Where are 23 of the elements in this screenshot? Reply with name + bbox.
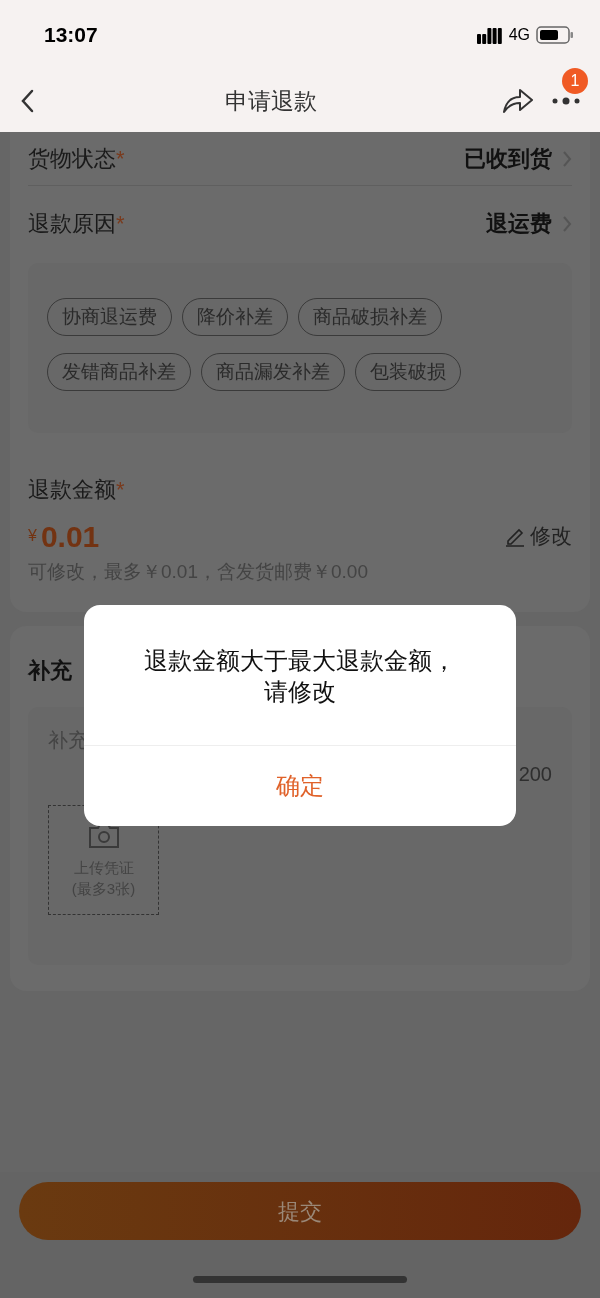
refund-amount: 0.01: [40, 521, 100, 552]
row-value: 退运费: [486, 210, 552, 238]
char-counter: 200: [518, 762, 552, 787]
row-label: 退款原因*: [28, 210, 125, 238]
page-title: 申请退款: [225, 86, 317, 116]
battery-icon: [536, 26, 574, 44]
status-time: 13:07: [44, 22, 98, 49]
form-row[interactable]: 货物状态* 已收到货: [28, 132, 572, 186]
confirm-button[interactable]: 确定: [84, 745, 516, 826]
network-label: 4G: [508, 25, 530, 45]
dialog-message: 退款金额大于最大退款金额，请修改: [143, 646, 457, 707]
signal-icon: [476, 26, 503, 44]
row-value: 已收到货: [464, 145, 552, 173]
more-icon[interactable]: [552, 96, 580, 106]
form-row[interactable]: 退款原因* 退运费: [28, 186, 572, 261]
row-label: 货物状态*: [28, 145, 125, 173]
submit-button[interactable]: 提交: [19, 1182, 581, 1240]
currency-symbol: ¥: [28, 525, 37, 546]
amount-label: 退款金额*: [28, 476, 126, 504]
edit-button[interactable]: 修改: [504, 520, 572, 552]
notification-badge: 1: [562, 68, 588, 94]
share-icon[interactable]: [502, 87, 534, 115]
section-title: 补充: [28, 657, 72, 685]
